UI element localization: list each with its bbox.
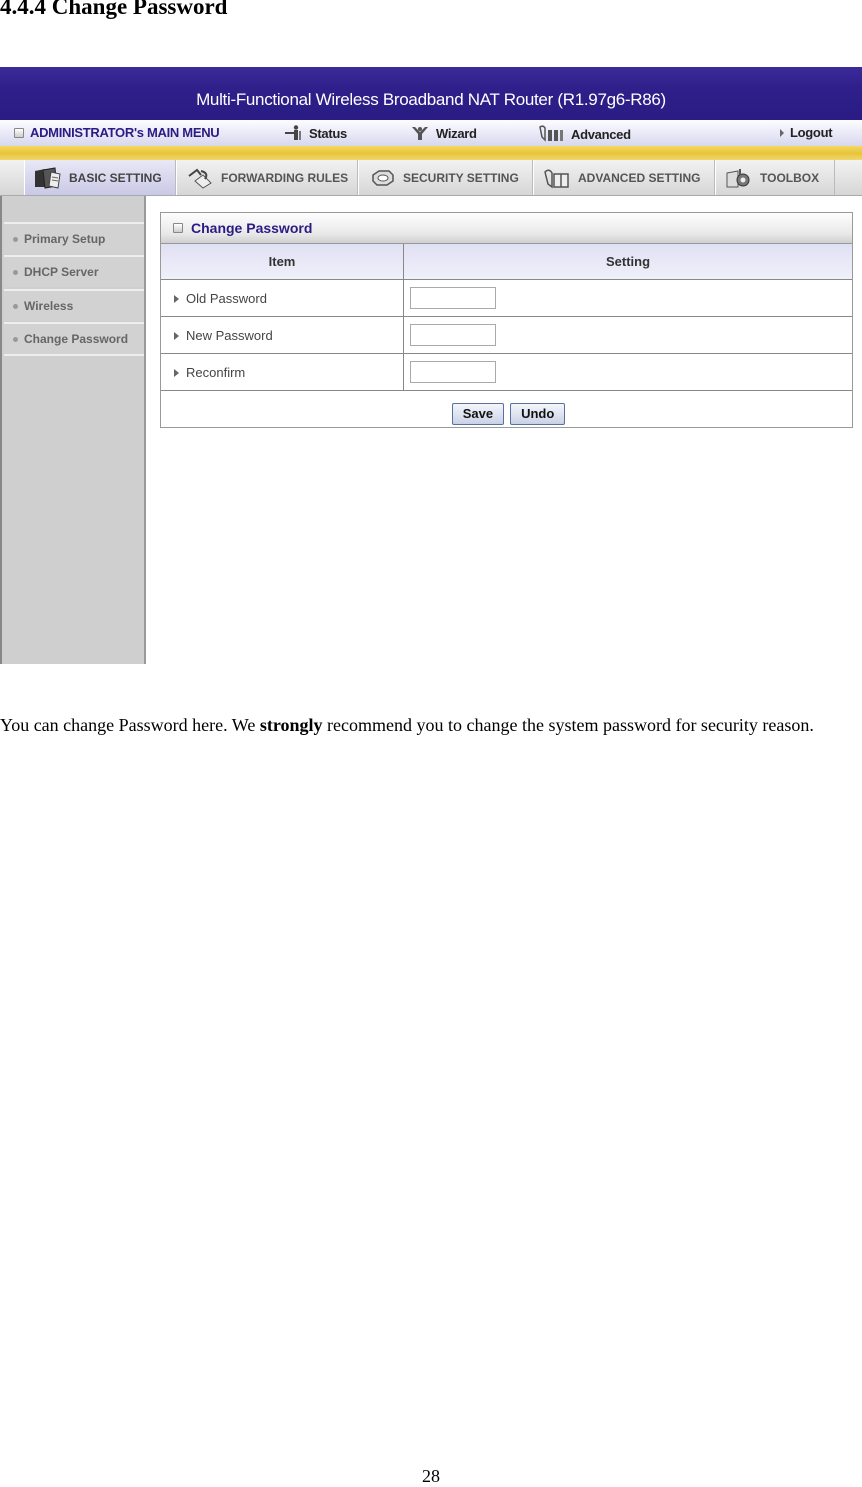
- forwarding-icon: [188, 168, 212, 189]
- new-password-label: New Password: [186, 327, 273, 343]
- status-icon: [285, 125, 301, 140]
- save-button[interactable]: Save: [451, 402, 505, 425]
- tab-basic-setting-label: BASIC SETTING: [69, 170, 162, 185]
- section-heading: 4.4.4 Change Password: [0, 0, 228, 19]
- table-header-row: Item Setting: [161, 244, 852, 280]
- description-paragraph: You can change Password here. We strongl…: [0, 706, 862, 744]
- menu-logout[interactable]: Logout: [780, 125, 833, 140]
- column-header-setting: Setting: [403, 244, 852, 280]
- paragraph-text-after: recommend you to change the system passw…: [322, 715, 814, 735]
- sidebar: Primary Setup DHCP Server Wireless Chang…: [0, 196, 146, 664]
- password-table: Item Setting Old Password New Password R…: [161, 244, 852, 391]
- row-setting-cell: [403, 316, 852, 354]
- row-label-cell: Reconfirm: [161, 353, 404, 391]
- sidebar-item-label: Change Password: [24, 332, 129, 346]
- button-row: Save Undo: [161, 391, 852, 436]
- sidebar-item-label: Primary Setup: [24, 232, 106, 246]
- tab-bar: BASIC SETTING FORWARDING RULES SECURITY …: [0, 160, 862, 196]
- tab-advanced-setting-label: ADVANCED SETTING: [578, 170, 701, 185]
- reconfirm-label: Reconfirm: [186, 364, 246, 380]
- sidebar-item-label: Wireless: [24, 299, 74, 313]
- paragraph-text-before: You can change Password here. We: [0, 715, 260, 735]
- arrow-right-icon: [780, 128, 784, 137]
- column-header-item: Item: [161, 244, 404, 280]
- menu-advanced-label: Advanced: [571, 126, 631, 142]
- panel-header: Change Password: [161, 213, 852, 244]
- advanced-setting-icon: [544, 169, 569, 188]
- triangle-bullet-icon: [174, 295, 179, 304]
- sidebar-item-label: DHCP Server: [24, 265, 99, 279]
- bullet-icon: [13, 269, 18, 275]
- change-password-panel: Change Password Item Setting Old Passwor…: [160, 212, 853, 428]
- row-setting-cell: [403, 279, 852, 317]
- menu-wizard-label: Wizard: [436, 125, 477, 141]
- banner: Multi-Functional Wireless Broadband NAT …: [0, 67, 862, 120]
- row-label-cell: New Password: [161, 316, 404, 354]
- bullet-icon: [13, 236, 18, 242]
- tab-security-setting[interactable]: SECURITY SETTING: [358, 160, 533, 195]
- advanced-icon: [539, 125, 563, 142]
- bullet-icon: [13, 303, 18, 309]
- table-row: Old Password: [161, 279, 852, 317]
- reconfirm-input[interactable]: [410, 361, 496, 383]
- main-menu-bar: ADMINISTRATOR's MAIN MENU Status Wizard …: [0, 120, 862, 146]
- menu-advanced[interactable]: Advanced: [539, 125, 631, 143]
- paragraph-emphasis: strongly: [259, 715, 323, 735]
- triangle-bullet-icon: [174, 369, 179, 378]
- menu-logout-label: Logout: [790, 125, 833, 140]
- square-bullet-icon: [14, 127, 24, 138]
- admin-main-menu: ADMINISTRATOR's MAIN MENU: [14, 125, 220, 140]
- triangle-bullet-icon: [174, 332, 179, 341]
- old-password-input[interactable]: [410, 287, 496, 309]
- tab-forwarding-rules[interactable]: FORWARDING RULES: [176, 160, 358, 195]
- tab-forwarding-rules-label: FORWARDING RULES: [221, 170, 349, 185]
- new-password-input[interactable]: [410, 324, 496, 346]
- tab-toolbox[interactable]: TOOLBOX: [715, 160, 835, 195]
- toolbox-icon: [726, 168, 750, 187]
- row-setting-cell: [403, 353, 852, 391]
- accent-bar: [0, 146, 862, 160]
- menu-status-label: Status: [309, 125, 347, 141]
- undo-button[interactable]: Undo: [510, 402, 566, 425]
- table-row: New Password: [161, 316, 852, 354]
- sidebar-item-wireless[interactable]: Wireless: [4, 289, 144, 321]
- menu-wizard[interactable]: Wizard: [410, 125, 477, 141]
- tab-basic-setting[interactable]: BASIC SETTING: [24, 160, 176, 195]
- sidebar-item-dhcp-server[interactable]: DHCP Server: [4, 255, 144, 287]
- bullet-icon: [13, 336, 18, 342]
- sidebar-item-change-password[interactable]: Change Password: [4, 322, 144, 356]
- admin-main-menu-label: ADMINISTRATOR's MAIN MENU: [30, 125, 220, 140]
- sidebar-item-primary-setup[interactable]: Primary Setup: [4, 222, 144, 254]
- row-label-cell: Old Password: [161, 279, 404, 317]
- tab-toolbox-label: TOOLBOX: [760, 170, 820, 185]
- page-number: 28: [422, 1466, 440, 1486]
- old-password-label: Old Password: [186, 290, 267, 306]
- banner-title: Multi-Functional Wireless Broadband NAT …: [196, 90, 666, 109]
- folder-icon: [35, 166, 61, 189]
- square-bullet-icon: [173, 223, 183, 233]
- menu-status[interactable]: Status: [283, 125, 347, 141]
- table-row: Reconfirm: [161, 353, 852, 391]
- router-screenshot: Multi-Functional Wireless Broadband NAT …: [0, 67, 862, 664]
- wizard-icon: [412, 127, 428, 140]
- tab-advanced-setting[interactable]: ADVANCED SETTING: [533, 160, 715, 195]
- panel-title: Change Password: [191, 220, 313, 236]
- security-icon: [372, 169, 394, 186]
- tab-security-setting-label: SECURITY SETTING: [403, 170, 519, 185]
